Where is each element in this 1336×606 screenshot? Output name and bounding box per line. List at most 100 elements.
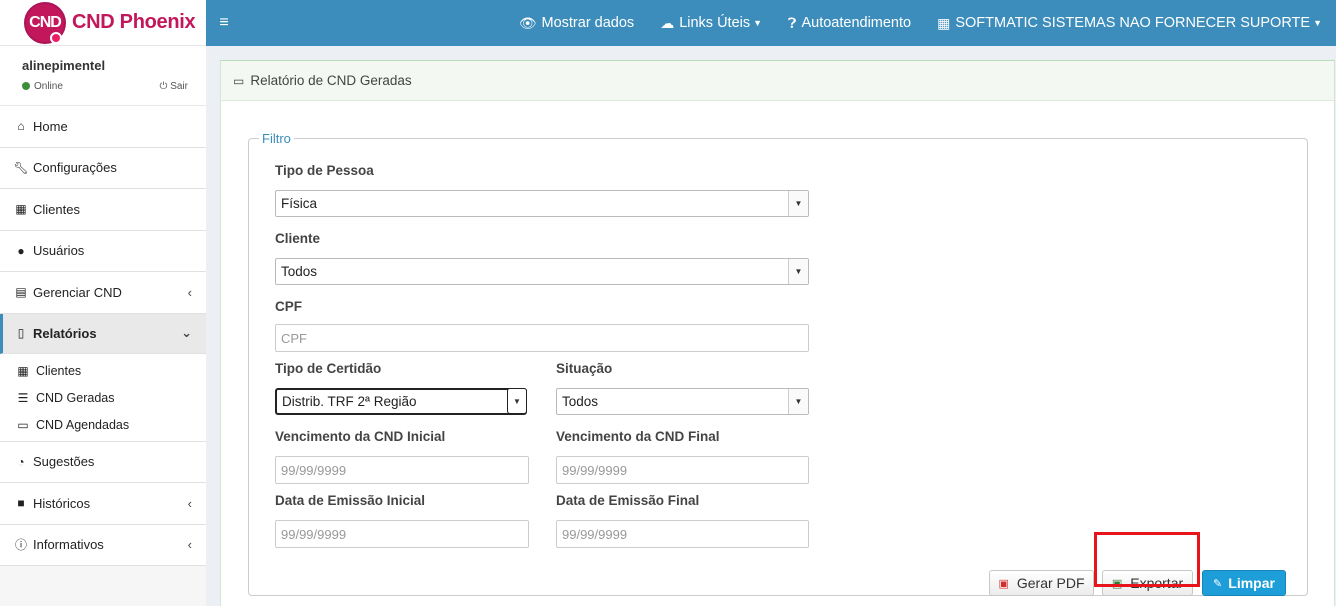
relatorios-submenu: ▦ Clientes ☰ CND Geradas ▭ CND Agendadas — [0, 353, 206, 442]
emissao-inicial-input[interactable] — [275, 520, 529, 548]
logout-link[interactable]: ⏻ Sair — [160, 81, 189, 92]
limpar-label: Limpar — [1228, 575, 1275, 591]
filter-legend: Filtro — [262, 131, 291, 146]
caret-down-icon: ▼ — [753, 18, 763, 28]
vencimento-final-input[interactable] — [556, 456, 809, 484]
brand-logo: CND — [24, 1, 66, 44]
sidebar-item-label: Gerenciar CND — [33, 284, 122, 300]
tipo-pessoa-select[interactable]: Física ▼ — [275, 190, 809, 217]
sidebar-toggle-icon[interactable]: ≡ — [206, 14, 242, 32]
online-dot-icon — [22, 82, 30, 90]
pdf-icon: ▣ — [998, 577, 1009, 590]
links-uteis-dropdown[interactable]: ☁ Links Úteis ▼ — [647, 0, 775, 46]
tipo-certidao-select[interactable]: Distrib. TRF 2ª Região ▼ — [275, 388, 527, 415]
cliente-value: Todos — [281, 264, 318, 279]
building-icon: ▦ — [937, 14, 951, 31]
chevron-down-icon: ⌄ — [181, 325, 192, 340]
tipo-pessoa-label: Tipo de Pessoa — [275, 163, 374, 178]
sidebar-item-configuracoes[interactable]: 🔧︎ Configurações — [0, 147, 206, 189]
sidebar-item-label: Históricos — [33, 495, 91, 511]
user-panel: alinepimentel Online ⏻ Sair — [0, 46, 206, 106]
chevron-down-icon: ▼ — [788, 191, 808, 216]
chevron-left-icon: ‹ — [187, 284, 192, 300]
sidebar-item-sugestoes[interactable]: ◔ Sugestões — [0, 441, 206, 483]
cloud-icon: ☁ — [660, 14, 675, 31]
sidebar-item-clientes[interactable]: ▦ Clientes — [0, 189, 206, 231]
power-icon: ⏻ — [159, 81, 168, 92]
calendar-icon: ▭ — [233, 73, 245, 88]
tipo-certidao-label: Tipo de Certidão — [275, 361, 382, 376]
submenu-item-label: CND Agendadas — [36, 418, 130, 432]
sidebar-item-relatorios[interactable]: ▯ Relatórios ⌄ — [0, 313, 206, 354]
user-status: Online — [22, 81, 63, 92]
chevron-left-icon: ‹ — [187, 495, 192, 511]
sidebar-item-label: Usuários — [33, 243, 85, 259]
comments-icon: ◔ — [17, 454, 25, 469]
situacao-value: Todos — [562, 394, 599, 409]
chevron-down-icon: ▼ — [788, 259, 808, 284]
submenu-item-cnd-agendadas[interactable]: ▭ CND Agendadas — [0, 412, 206, 439]
sidebar-item-gerenciar-cnd[interactable]: ▤ Gerenciar CND ‹ — [0, 272, 206, 314]
cliente-select[interactable]: Todos ▼ — [275, 258, 809, 285]
user-name: alinepimentel — [22, 58, 106, 73]
exportar-highlight-box — [1094, 532, 1200, 587]
sidebar-item-label: Home — [33, 118, 68, 134]
sidebar-item-usuarios[interactable]: ● Usuários — [0, 230, 206, 272]
autoatendimento-link[interactable]: ❓︎ Autoatendimento — [775, 0, 924, 46]
wrench-icon: 🔧︎ — [13, 160, 29, 175]
report-box: ▭ Relatório de CND Geradas Filtro Tipo d… — [220, 60, 1335, 606]
limpar-button[interactable]: ✎ Limpar — [1202, 570, 1286, 596]
emissao-inicial-label: Data de Emissão Inicial — [275, 493, 426, 508]
eraser-icon: ✎ — [1213, 577, 1223, 590]
vencimento-inicial-label: Vencimento da CND Inicial — [275, 429, 446, 444]
phoenix-icon — [50, 31, 62, 44]
mostrar-dados-link[interactable]: 👁︎ Mostrar dados — [506, 0, 647, 46]
chevron-down-icon: ▼ — [788, 389, 808, 414]
logout-label: Sair — [170, 81, 188, 92]
list-icon: ☰ — [17, 391, 29, 405]
company-label: SOFTMATIC SISTEMAS NAO FORNECER SUPORTE — [955, 15, 1311, 31]
eye-icon: 👁︎ — [518, 14, 537, 31]
info-icon: ⓘ — [15, 538, 28, 553]
gerar-pdf-label: Gerar PDF — [1016, 575, 1085, 591]
vencimento-inicial-input[interactable] — [275, 456, 529, 484]
building-icon: ▦ — [15, 202, 27, 217]
brand-logo-text: CND — [29, 13, 62, 31]
sidebar-item-historicos[interactable]: ■ Históricos ‹ — [0, 483, 206, 525]
situacao-select[interactable]: Todos ▼ — [556, 388, 809, 415]
submenu-item-cnd-geradas[interactable]: ☰ CND Geradas — [0, 385, 206, 412]
sidebar-item-label: Relatórios — [33, 325, 97, 341]
user-status-text: Online — [34, 81, 63, 92]
top-navbar: ≡ 👁︎ Mostrar dados ☁ Links Úteis ▼ ❓︎ Au… — [206, 0, 1336, 46]
brand-name: CND Phoenix — [72, 11, 196, 33]
submenu-item-label: CND Geradas — [36, 391, 115, 405]
sidebar-item-home[interactable]: ⌂ Home — [0, 106, 206, 148]
sidebar: CND CND Phoenix alinepimentel Online ⏻ S… — [0, 0, 206, 606]
brand[interactable]: CND CND Phoenix — [0, 0, 206, 46]
chevron-left-icon: ‹ — [187, 537, 192, 553]
chevron-down-icon: ▼ — [507, 388, 527, 414]
calendar-icon: ▤ — [15, 285, 27, 300]
cliente-label: Cliente — [275, 231, 321, 246]
sidebar-menu: ⌂ Home 🔧︎ Configurações ▦ Clientes ● Usu… — [0, 106, 206, 566]
sidebar-item-label: Configurações — [33, 160, 117, 176]
sidebar-item-informativos[interactable]: ⓘ Informativos ‹ — [0, 524, 206, 566]
cpf-label: CPF — [275, 299, 302, 314]
sidebar-item-label: Clientes — [33, 201, 80, 217]
filter-fieldset: Filtro Tipo de Pessoa Física ▼ Cliente T… — [248, 131, 1308, 596]
submenu-item-clientes[interactable]: ▦ Clientes — [0, 358, 206, 385]
archive-icon: ■ — [17, 496, 25, 511]
calendar-icon: ▭ — [17, 418, 29, 432]
box-title: Relatório de CND Geradas — [250, 73, 412, 88]
emissao-final-input[interactable] — [556, 520, 809, 548]
tipo-pessoa-value: Física — [281, 196, 318, 211]
cpf-input[interactable] — [275, 324, 809, 352]
gerar-pdf-button[interactable]: ▣ Gerar PDF — [989, 570, 1094, 596]
tipo-certidao-value: Distrib. TRF 2ª Região — [282, 394, 417, 409]
document-icon: ▯ — [17, 326, 25, 340]
company-dropdown[interactable]: ▦ SOFTMATIC SISTEMAS NAO FORNECER SUPORT… — [924, 0, 1336, 46]
user-icon: ● — [17, 243, 25, 258]
sidebar-item-label: Informativos — [33, 537, 104, 553]
vencimento-final-label: Vencimento da CND Final — [556, 429, 720, 444]
situacao-label: Situação — [556, 361, 613, 376]
